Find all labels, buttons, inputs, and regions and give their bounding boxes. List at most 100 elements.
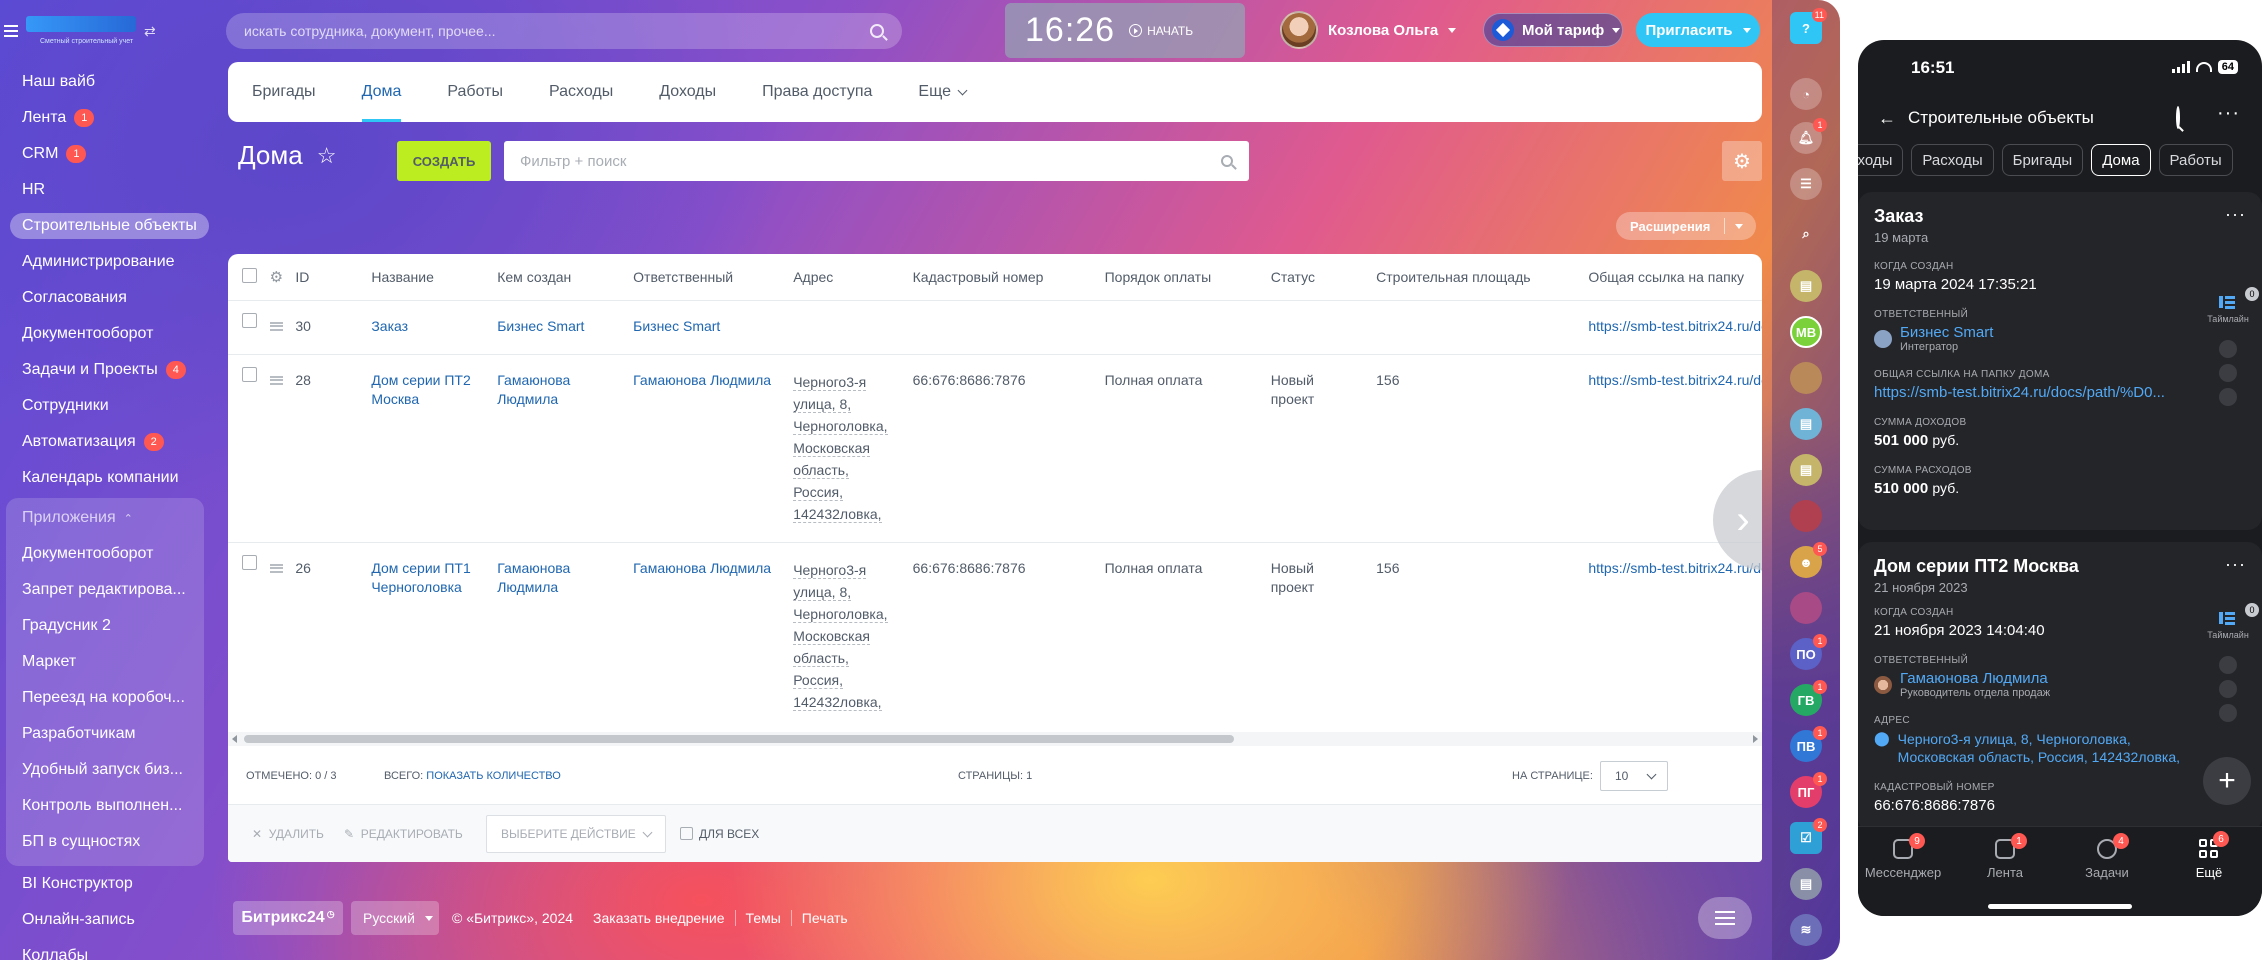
nav-feed[interactable]: 1 Лента bbox=[1960, 833, 2050, 880]
messenger-icon[interactable]: ☰ bbox=[1790, 168, 1822, 200]
card-title[interactable]: Дом серии ПТ2 Москва bbox=[1874, 556, 2246, 577]
show-count-link[interactable]: ПОКАЗАТЬ КОЛИЧЕСТВО bbox=[426, 770, 561, 782]
folder-link[interactable]: https://smb-test.bitrix24.ru/docs/path/%… bbox=[1874, 384, 2184, 401]
menu-item-automation[interactable]: Автоматизация 2 bbox=[0, 424, 210, 460]
invite-button[interactable]: Пригласить bbox=[1636, 13, 1760, 47]
search-icon[interactable] bbox=[870, 24, 884, 38]
user-avatar[interactable] bbox=[1790, 362, 1822, 394]
row-checkbox[interactable] bbox=[242, 312, 257, 328]
chat-icon[interactable] bbox=[2219, 704, 2237, 722]
table-row[interactable]: 26 Дом серии ПТ1 Черноголовка Гамаюнова … bbox=[228, 542, 1762, 733]
audio-wave-icon[interactable]: ≋ bbox=[1790, 914, 1822, 946]
menu-item-employees[interactable]: Сотрудники bbox=[0, 388, 210, 424]
timeline-button[interactable]: 0 Таймлайн bbox=[2207, 603, 2259, 722]
mail-icon[interactable] bbox=[2219, 364, 2237, 382]
house-card[interactable]: Заказ 19 марта ··· 0 Таймлайн КОГДА СОЗД… bbox=[1858, 192, 2262, 530]
chat-card-icon[interactable]: ▤ bbox=[1790, 408, 1822, 440]
search-icon[interactable]: ⌕ bbox=[1790, 218, 1822, 250]
back-arrow-icon[interactable]: ← bbox=[1878, 108, 1896, 129]
tab-works[interactable]: Работы bbox=[447, 62, 525, 122]
mobile-tab-houses[interactable]: Дома bbox=[2091, 144, 2151, 176]
responsible-person[interactable]: Бизнес Smart Интегратор bbox=[1874, 324, 2246, 353]
language-select[interactable]: Русский bbox=[351, 901, 439, 935]
chat-card-icon[interactable]: ▤ bbox=[1790, 270, 1822, 302]
app-item[interactable]: Маркет bbox=[6, 644, 204, 680]
more-dots-icon[interactable]: ··· bbox=[2225, 204, 2246, 225]
scrollbar-thumb[interactable] bbox=[244, 735, 1234, 743]
themes-link[interactable]: Темы bbox=[736, 910, 792, 926]
for-all-checkbox[interactable]: ДЛЯ ВСЕХ bbox=[680, 827, 759, 841]
tariff-button[interactable]: Мой тариф bbox=[1483, 13, 1623, 47]
worker-avatar-icon[interactable]: ☻ 5 bbox=[1790, 542, 1827, 578]
menu-item-calendar[interactable]: Календарь компании bbox=[0, 460, 210, 496]
nav-more[interactable]: 6 Ещё bbox=[2164, 831, 2254, 880]
tab-brigades[interactable]: Бригады bbox=[252, 62, 338, 122]
mobile-tab-expenses[interactable]: Расходы bbox=[1911, 144, 1994, 176]
filter-search-input[interactable]: Фильтр + поиск bbox=[504, 141, 1249, 181]
responsible-link[interactable]: Бизнес Smart bbox=[633, 318, 720, 334]
settings-button[interactable]: ⚙ bbox=[1722, 141, 1762, 181]
menu-item-admin[interactable]: Администрирование bbox=[0, 244, 210, 280]
menu-item-hr[interactable]: HR bbox=[0, 172, 210, 208]
menu-item-construction[interactable]: Строительные объекты bbox=[0, 208, 210, 244]
creator-link[interactable]: Бизнес Smart bbox=[497, 318, 584, 334]
help-icon[interactable]: ? 11 bbox=[1790, 8, 1827, 44]
timeline-button[interactable]: 0 Таймлайн bbox=[2207, 287, 2259, 406]
responsible-link[interactable]: Гамаюнова Людмила bbox=[633, 372, 771, 388]
menu-item-bi[interactable]: BI Конструктор bbox=[0, 866, 210, 902]
action-select[interactable]: ВЫБЕРИТЕ ДЕЙСТВИЕ bbox=[486, 815, 666, 853]
more-dots-icon[interactable]: ··· bbox=[2225, 554, 2246, 575]
menu-burger-icon[interactable] bbox=[4, 25, 18, 37]
tab-more[interactable]: Еще bbox=[918, 62, 988, 122]
chat-card-icon[interactable]: ▤ bbox=[1790, 454, 1822, 486]
scroll-right-arrow-icon[interactable] bbox=[1753, 735, 1758, 743]
menu-item-crm[interactable]: CRM 1 bbox=[0, 136, 210, 172]
order-implementation-link[interactable]: Заказать внедрение bbox=[583, 910, 736, 926]
star-icon[interactable]: ☆ bbox=[317, 143, 337, 169]
house-name-link[interactable]: Заказ bbox=[371, 318, 408, 334]
user-avatar[interactable]: ПВ 1 bbox=[1790, 726, 1827, 762]
nav-messenger[interactable]: 9 Мессенджер bbox=[1858, 833, 1948, 880]
add-button[interactable]: + bbox=[2203, 757, 2251, 805]
column-header[interactable]: Адрес bbox=[785, 254, 905, 301]
menu-item-feed[interactable]: Лента 1 bbox=[0, 100, 210, 136]
apps-group-header[interactable]: Приложения ⌃ bbox=[6, 500, 204, 536]
tab-incomes[interactable]: Доходы bbox=[659, 62, 738, 122]
nav-tasks[interactable]: 4 Задачи bbox=[2062, 833, 2152, 880]
user-avatar[interactable]: ПО 1 bbox=[1790, 634, 1827, 670]
drag-handle-icon[interactable] bbox=[269, 375, 283, 385]
responsible-link[interactable]: Гамаюнова Людмила bbox=[633, 560, 771, 576]
menu-item-approvals[interactable]: Согласования bbox=[0, 280, 210, 316]
house-name-link[interactable]: Дом серии ПТ2 Москва bbox=[371, 372, 470, 407]
tab-expenses[interactable]: Расходы bbox=[549, 62, 635, 122]
column-header[interactable]: Кем создан bbox=[489, 254, 626, 301]
bitrix24-brand-button[interactable]: Битрикс24 ◷ bbox=[233, 901, 343, 935]
mobile-tab-incomes[interactable]: Доходы bbox=[1858, 144, 1904, 176]
horizontal-scrollbar[interactable] bbox=[228, 732, 1762, 746]
creator-link[interactable]: Гамаюнова Людмила bbox=[497, 560, 570, 595]
edit-action[interactable]: ✎ РЕДАКТИРОВАТЬ bbox=[344, 827, 463, 841]
drag-handle-icon[interactable] bbox=[269, 321, 283, 331]
bell-icon[interactable]: 🔔︎ 1 bbox=[1790, 118, 1827, 154]
per-page-select[interactable]: 10 bbox=[1600, 761, 1668, 791]
user-avatar[interactable]: ПГ 1 bbox=[1790, 772, 1827, 808]
chevron-down-icon[interactable] bbox=[1735, 223, 1744, 229]
print-link[interactable]: Печать bbox=[792, 910, 858, 926]
phone-call-icon[interactable] bbox=[2219, 656, 2237, 674]
tab-houses[interactable]: Дома bbox=[361, 62, 424, 122]
column-header[interactable]: Статус bbox=[1262, 254, 1369, 301]
app-item[interactable]: Запрет редактирова... bbox=[6, 572, 204, 608]
scroll-left-arrow-icon[interactable] bbox=[232, 735, 237, 743]
card-title[interactable]: Заказ bbox=[1874, 206, 2246, 227]
start-day-button[interactable]: НАЧАТЬ bbox=[1129, 24, 1193, 38]
table-row[interactable]: 28 Дом серии ПТ2 Москва Гамаюнова Людмил… bbox=[228, 354, 1762, 543]
user-avatar[interactable]: МВ bbox=[1790, 316, 1822, 348]
company-logo[interactable]: Сметный строительный учет bbox=[26, 14, 136, 48]
row-checkbox[interactable] bbox=[242, 366, 257, 382]
address-row[interactable]: ⬤ Черного3-я улица, 8, Черноголовка, Мос… bbox=[1874, 730, 2184, 766]
responsible-person[interactable]: Гамаюнова Людмила Руководитель отдела про… bbox=[1874, 670, 2246, 699]
creator-link[interactable]: Гамаюнова Людмила bbox=[497, 372, 570, 407]
app-item[interactable]: Удобный запуск биз... bbox=[6, 752, 204, 788]
column-header[interactable]: Ответственный bbox=[625, 254, 786, 301]
chat-icon[interactable] bbox=[2219, 388, 2237, 406]
